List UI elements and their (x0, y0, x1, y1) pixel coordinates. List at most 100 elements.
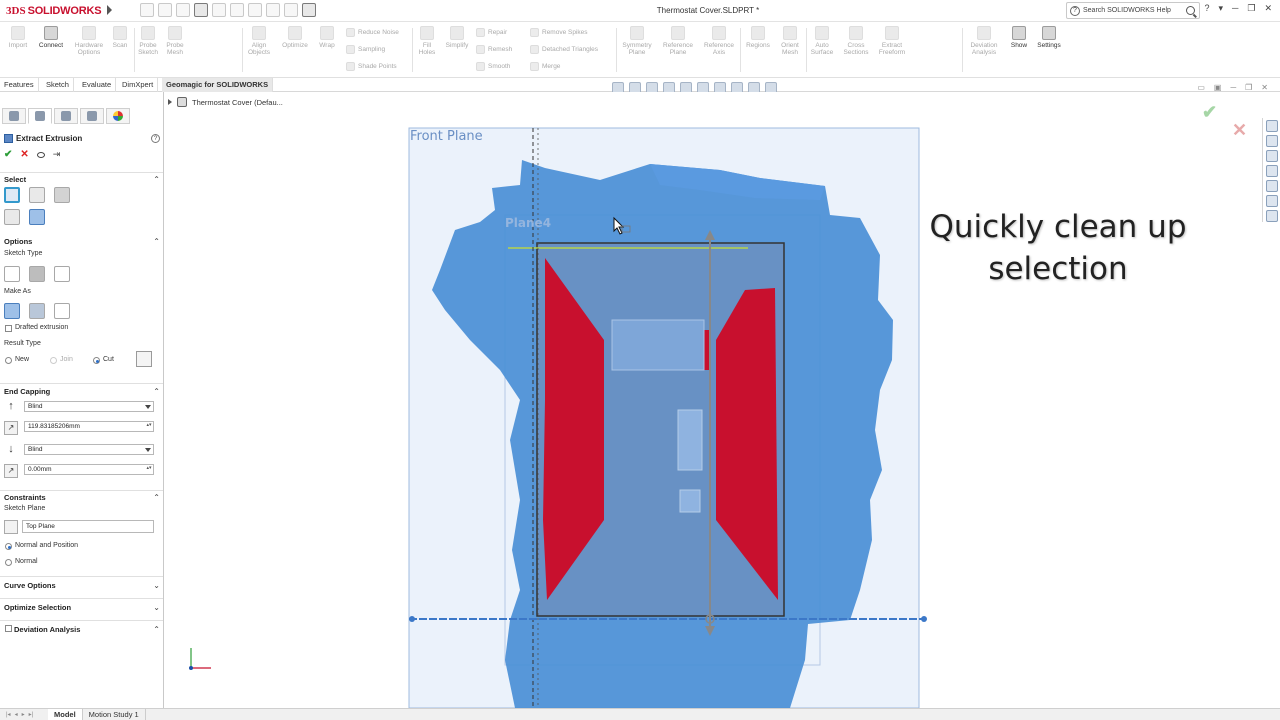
sketch-plane-input[interactable]: Top Plane (22, 520, 154, 533)
make-as-surface-icon[interactable] (29, 303, 45, 319)
orient-mesh-button[interactable]: Orient Mesh (776, 26, 804, 56)
doc-minimize-icon[interactable]: ─ (1230, 83, 1236, 92)
view-palette-icon[interactable] (1266, 165, 1278, 177)
result-type-cut-label[interactable]: Cut (103, 356, 114, 363)
smooth-button[interactable]: Smooth (476, 62, 510, 71)
make-as-edit-icon[interactable] (54, 303, 70, 319)
reference-plane-button[interactable]: Reference Plane (658, 26, 698, 56)
select-pointer-icon[interactable] (4, 209, 20, 225)
deviation-analysis-button[interactable]: Deviation Analysis (964, 26, 1004, 56)
doc-restore-icon[interactable]: ❐ (1245, 83, 1252, 92)
tab-motion-study-1[interactable]: Motion Study 1 (83, 708, 146, 720)
spin-arrows-icon[interactable]: ▴▾ (146, 466, 152, 474)
tree-root-label[interactable]: Thermostat Cover (Defau... (192, 98, 283, 107)
options-gear-icon[interactable] (302, 3, 316, 17)
direction-1-arrow-icon[interactable]: ↑ (6, 400, 16, 412)
constraints-group-header[interactable]: Constraints ⌃ (4, 491, 160, 503)
tab-geomagic-for-solidworks[interactable]: Geomagic for SOLIDWORKS (162, 78, 274, 92)
dimxpert-manager-tab[interactable] (80, 108, 104, 124)
regions-button[interactable]: Regions (742, 26, 774, 49)
deviation-analysis-group-header[interactable]: Deviation Analysis ⌃ (14, 623, 160, 635)
new-document-icon[interactable] (140, 3, 154, 17)
previous-tab-icon[interactable]: ◂ (15, 711, 18, 718)
options-group-header[interactable]: Options ⌃ (4, 235, 160, 247)
direction-2-depth-input[interactable]: 0.00mm ▴▾ (24, 464, 154, 475)
cross-sections-button[interactable]: Cross Sections (838, 26, 874, 56)
help-search-input[interactable]: Search SOLIDWORKS Help (1083, 7, 1171, 14)
search-icon[interactable] (1186, 6, 1195, 15)
auto-surface-button[interactable]: Auto Surface (808, 26, 836, 56)
show-button[interactable]: Show (1006, 26, 1032, 49)
tree-expand-icon[interactable] (168, 99, 172, 105)
graphics-area[interactable]: Front Plane Plane4 (165, 92, 1257, 708)
select-lasso-icon[interactable] (54, 187, 70, 203)
custom-properties-icon[interactable] (1266, 195, 1278, 207)
pm-help-icon[interactable]: ? (151, 133, 160, 143)
normal-label[interactable]: Normal (15, 558, 38, 565)
file-properties-icon[interactable] (284, 3, 298, 17)
result-type-join-radio[interactable] (50, 357, 57, 364)
plane4-label[interactable]: Plane4 (505, 216, 551, 230)
last-tab-icon[interactable]: ▸| (29, 711, 34, 718)
direction-1-end-condition-select[interactable]: Blind (24, 401, 154, 412)
probe-sketch-button[interactable]: Probe Sketch (136, 26, 160, 56)
result-type-cut-radio[interactable] (93, 357, 100, 364)
select-region-icon[interactable] (4, 187, 20, 203)
solidworks-resources-icon[interactable] (1266, 120, 1278, 132)
expand-chevron-icon[interactable]: ⌄ (153, 581, 160, 590)
simplify-button[interactable]: Simplify (442, 26, 472, 49)
collapse-chevron-icon[interactable]: ⌃ (153, 625, 160, 634)
first-tab-icon[interactable]: |◂ (6, 711, 11, 718)
menu-expand-arrow-icon[interactable] (107, 5, 112, 15)
normal-radio[interactable] (5, 559, 12, 566)
dropdown-arrow-icon[interactable] (145, 448, 151, 452)
expand-chevron-icon[interactable]: ⌄ (153, 603, 160, 612)
select-group-header[interactable]: Select ⌃ (4, 173, 160, 185)
preview-eye-icon[interactable] (36, 151, 45, 158)
sketch-endpoint-right[interactable] (921, 616, 927, 622)
help-search-box[interactable]: ? Search SOLIDWORKS Help (1066, 2, 1200, 19)
sampling-button[interactable]: Sampling (346, 45, 385, 54)
reference-axis-button[interactable]: Reference Axis (700, 26, 738, 56)
collapse-chevron-icon[interactable]: ⌃ (153, 175, 160, 184)
rebuild-icon[interactable] (266, 3, 280, 17)
curve-options-group-header[interactable]: Curve Options ⌄ (4, 579, 160, 591)
optimize-button[interactable]: Optimize (278, 26, 312, 49)
reduce-noise-button[interactable]: Reduce Noise (346, 28, 399, 37)
tab-features[interactable]: Features (0, 78, 39, 92)
restore-icon[interactable]: ❐ (1247, 3, 1255, 14)
settings-button[interactable]: Settings (1034, 26, 1064, 49)
sketch-endpoint-left[interactable] (409, 616, 415, 622)
repair-button[interactable]: Repair (476, 28, 507, 37)
detached-triangles-button[interactable]: Detached Triangles (530, 45, 598, 54)
import-button[interactable]: Import (4, 26, 32, 49)
tab-sketch[interactable]: Sketch (42, 78, 74, 92)
undo-icon[interactable] (212, 3, 226, 17)
tab-dimxpert[interactable]: DimXpert (118, 78, 159, 92)
result-type-new-radio[interactable] (5, 357, 12, 364)
doc-tile-icon[interactable]: ▭ (1197, 83, 1205, 92)
drafted-extrusion-checkbox[interactable] (5, 325, 12, 332)
sketch-type-spline-icon[interactable] (54, 266, 70, 282)
probe-mesh-button[interactable]: Probe Mesh (162, 26, 188, 56)
redo-icon[interactable] (230, 3, 244, 17)
forum-icon[interactable] (1266, 210, 1278, 222)
print-icon[interactable] (194, 3, 208, 17)
collapse-chevron-icon[interactable]: ⌃ (153, 237, 160, 246)
next-tab-icon[interactable]: ▸ (22, 711, 25, 718)
reverse-direction-icon[interactable] (136, 351, 152, 367)
model-view[interactable] (165, 92, 1257, 708)
tab-model[interactable]: Model (48, 708, 83, 720)
tab-evaluate[interactable]: Evaluate (78, 78, 117, 92)
merge-button[interactable]: Merge (530, 62, 560, 71)
select-icon[interactable] (248, 3, 262, 17)
confirmation-corner-cancel-icon[interactable]: ✕ (1232, 120, 1247, 141)
align-objects-button[interactable]: Align Objects (244, 26, 274, 56)
direction-2-end-condition-select[interactable]: Blind (24, 444, 154, 455)
file-explorer-icon[interactable] (1266, 150, 1278, 162)
confirmation-corner-ok-icon[interactable]: ✔ (1202, 102, 1217, 123)
deviation-analysis-checkbox[interactable] (5, 625, 12, 632)
help-menu-icon[interactable]: ? (1204, 3, 1209, 14)
optimize-selection-group-header[interactable]: Optimize Selection ⌄ (4, 601, 160, 613)
result-type-join-label[interactable]: Join (60, 356, 73, 363)
